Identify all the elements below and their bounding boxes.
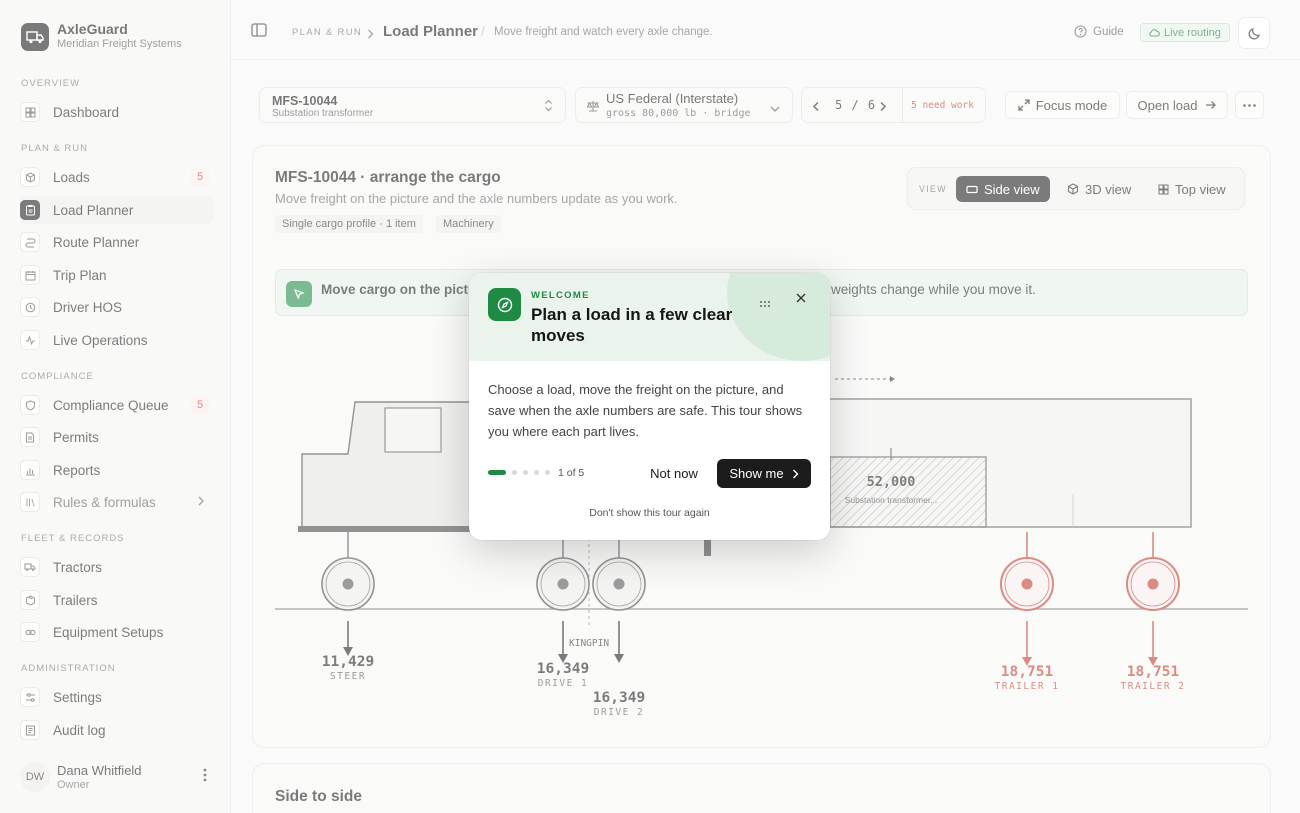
welcome-tour-dialog: WELCOME Plan a load in a few clear moves… <box>469 273 830 540</box>
dialog-title: Plan a load in a few clear moves <box>531 305 733 345</box>
progress-current <box>488 470 506 475</box>
dialog-body: Choose a load, move the freight on the p… <box>488 382 803 439</box>
show-me-label: Show me <box>729 466 784 481</box>
drag-handle-icon[interactable] <box>759 295 771 313</box>
progress-dot <box>545 470 550 475</box>
progress-dot <box>534 470 539 475</box>
dialog-eyebrow: WELCOME <box>531 290 590 301</box>
progress-dot <box>512 470 517 475</box>
show-me-button[interactable]: Show me <box>717 459 811 488</box>
compass-icon <box>488 288 521 321</box>
close-icon[interactable] <box>795 291 807 309</box>
dont-show-again-link[interactable]: Don't show this tour again <box>469 507 830 519</box>
tour-progress <box>488 470 550 475</box>
step-count: 1 of 5 <box>558 467 585 479</box>
chevron-right-icon <box>792 469 799 478</box>
not-now-button[interactable]: Not now <box>639 459 709 487</box>
dialog-header: WELCOME Plan a load in a few clear moves <box>469 273 830 361</box>
progress-dot <box>523 470 528 475</box>
